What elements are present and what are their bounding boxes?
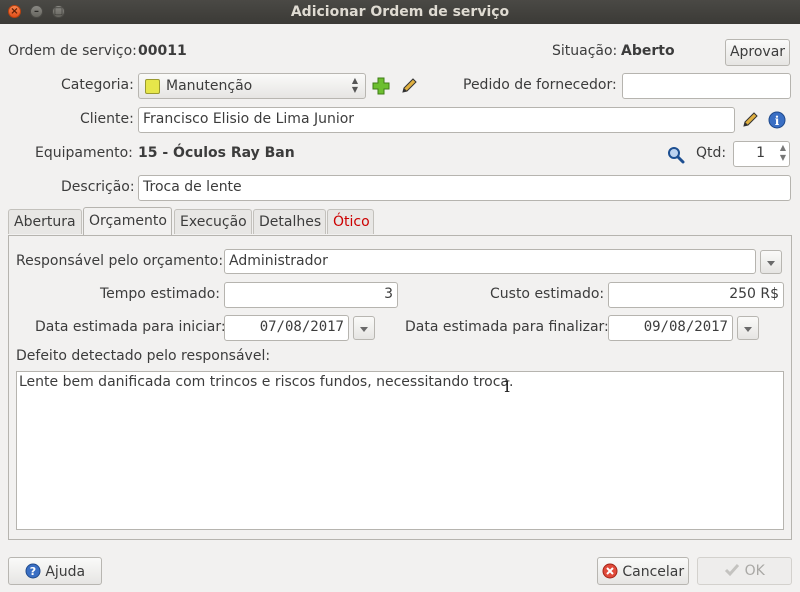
responsavel-label: Responsável pelo orçamento: bbox=[16, 253, 224, 269]
tab-abertura[interactable]: Abertura bbox=[8, 209, 82, 234]
window-title: Adicionar Ordem de serviço bbox=[290, 4, 510, 20]
spin-arrows-icon: ▲ ▼ bbox=[351, 76, 358, 94]
categoria-color-swatch bbox=[145, 79, 160, 94]
responsavel-dropdown-button[interactable] bbox=[760, 250, 782, 274]
pedido-fornecedor-input[interactable] bbox=[622, 73, 791, 99]
cancelar-button[interactable]: Cancelar bbox=[597, 557, 689, 585]
qtd-value: 1 bbox=[756, 145, 765, 161]
svg-text:i: i bbox=[775, 114, 780, 128]
defeito-textarea[interactable]: Lente bem danificada com trincos e risco… bbox=[16, 371, 784, 530]
data-fim-input[interactable]: 09/08/2017 bbox=[608, 315, 733, 341]
edit-cliente-pencil-icon[interactable] bbox=[741, 111, 759, 129]
qtd-spinbutton[interactable]: 1 ▲ ▼ bbox=[733, 141, 790, 167]
categoria-value: Manutenção bbox=[166, 78, 253, 94]
pedido-label: Pedido de fornecedor: bbox=[463, 77, 617, 93]
aprovar-button[interactable]: Aprovar bbox=[725, 39, 790, 66]
defeito-text: Lente bem danificada com trincos e risco… bbox=[19, 374, 514, 390]
tab-execucao[interactable]: Execução bbox=[174, 209, 252, 234]
ok-label: OK bbox=[744, 563, 765, 579]
situacao-value: Aberto bbox=[621, 43, 675, 59]
tab-detalhes[interactable]: Detalhes bbox=[253, 209, 326, 234]
data-inicio-label: Data estimada para iniciar: bbox=[35, 319, 226, 335]
cancelar-label: Cancelar bbox=[622, 564, 685, 580]
ajuda-label: Ajuda bbox=[45, 564, 86, 580]
data-inicio-dropdown-button[interactable] bbox=[353, 316, 375, 340]
cliente-label: Cliente: bbox=[80, 111, 134, 127]
title-bar: × – □ Adicionar Ordem de serviço bbox=[0, 0, 800, 24]
equipamento-value: 15 - Óculos Ray Ban bbox=[138, 145, 295, 161]
edit-pencil-icon[interactable] bbox=[400, 77, 418, 95]
data-fim-label: Data estimada para finalizar: bbox=[405, 319, 609, 335]
tempo-input[interactable]: 3 bbox=[224, 282, 398, 308]
custo-input[interactable]: 250 R$ bbox=[608, 282, 784, 308]
spin-arrows-icon[interactable]: ▲ ▼ bbox=[780, 143, 786, 163]
custo-label: Custo estimado: bbox=[490, 286, 605, 302]
responsavel-combo-entry[interactable]: Administrador bbox=[224, 249, 756, 274]
search-magnifier-icon[interactable] bbox=[667, 146, 685, 164]
checkmark-icon bbox=[724, 563, 740, 581]
categoria-combo[interactable]: Manutenção ▲ ▼ bbox=[138, 73, 366, 99]
ok-button[interactable]: OK bbox=[697, 557, 792, 585]
tab-orcamento[interactable]: Orçamento bbox=[83, 207, 172, 235]
cancel-icon bbox=[602, 563, 618, 583]
defeito-label: Defeito detectado pelo responsável: bbox=[16, 348, 271, 364]
info-icon[interactable]: i bbox=[768, 111, 786, 129]
descricao-label: Descrição: bbox=[61, 179, 135, 195]
tempo-label: Tempo estimado: bbox=[100, 286, 220, 302]
ajuda-button[interactable]: ? Ajuda bbox=[8, 557, 102, 585]
add-plus-icon[interactable] bbox=[372, 77, 390, 95]
help-icon: ? bbox=[25, 563, 41, 583]
categoria-label: Categoria: bbox=[61, 77, 134, 93]
os-number: 00011 bbox=[138, 43, 187, 59]
situacao-label: Situação: bbox=[552, 43, 618, 59]
qtd-label: Qtd: bbox=[696, 145, 727, 161]
text-cursor-icon: I bbox=[504, 377, 511, 396]
os-label: Ordem de serviço: bbox=[8, 43, 137, 59]
data-inicio-input[interactable]: 07/08/2017 bbox=[224, 315, 349, 341]
data-fim-dropdown-button[interactable] bbox=[737, 316, 759, 340]
cliente-input[interactable]: Francisco Elisio de Lima Junior bbox=[138, 107, 735, 133]
svg-text:?: ? bbox=[30, 565, 36, 578]
equipamento-label: Equipamento: bbox=[35, 145, 133, 161]
tab-otico[interactable]: Ótico bbox=[327, 209, 374, 234]
descricao-input[interactable]: Troca de lente bbox=[138, 175, 791, 201]
